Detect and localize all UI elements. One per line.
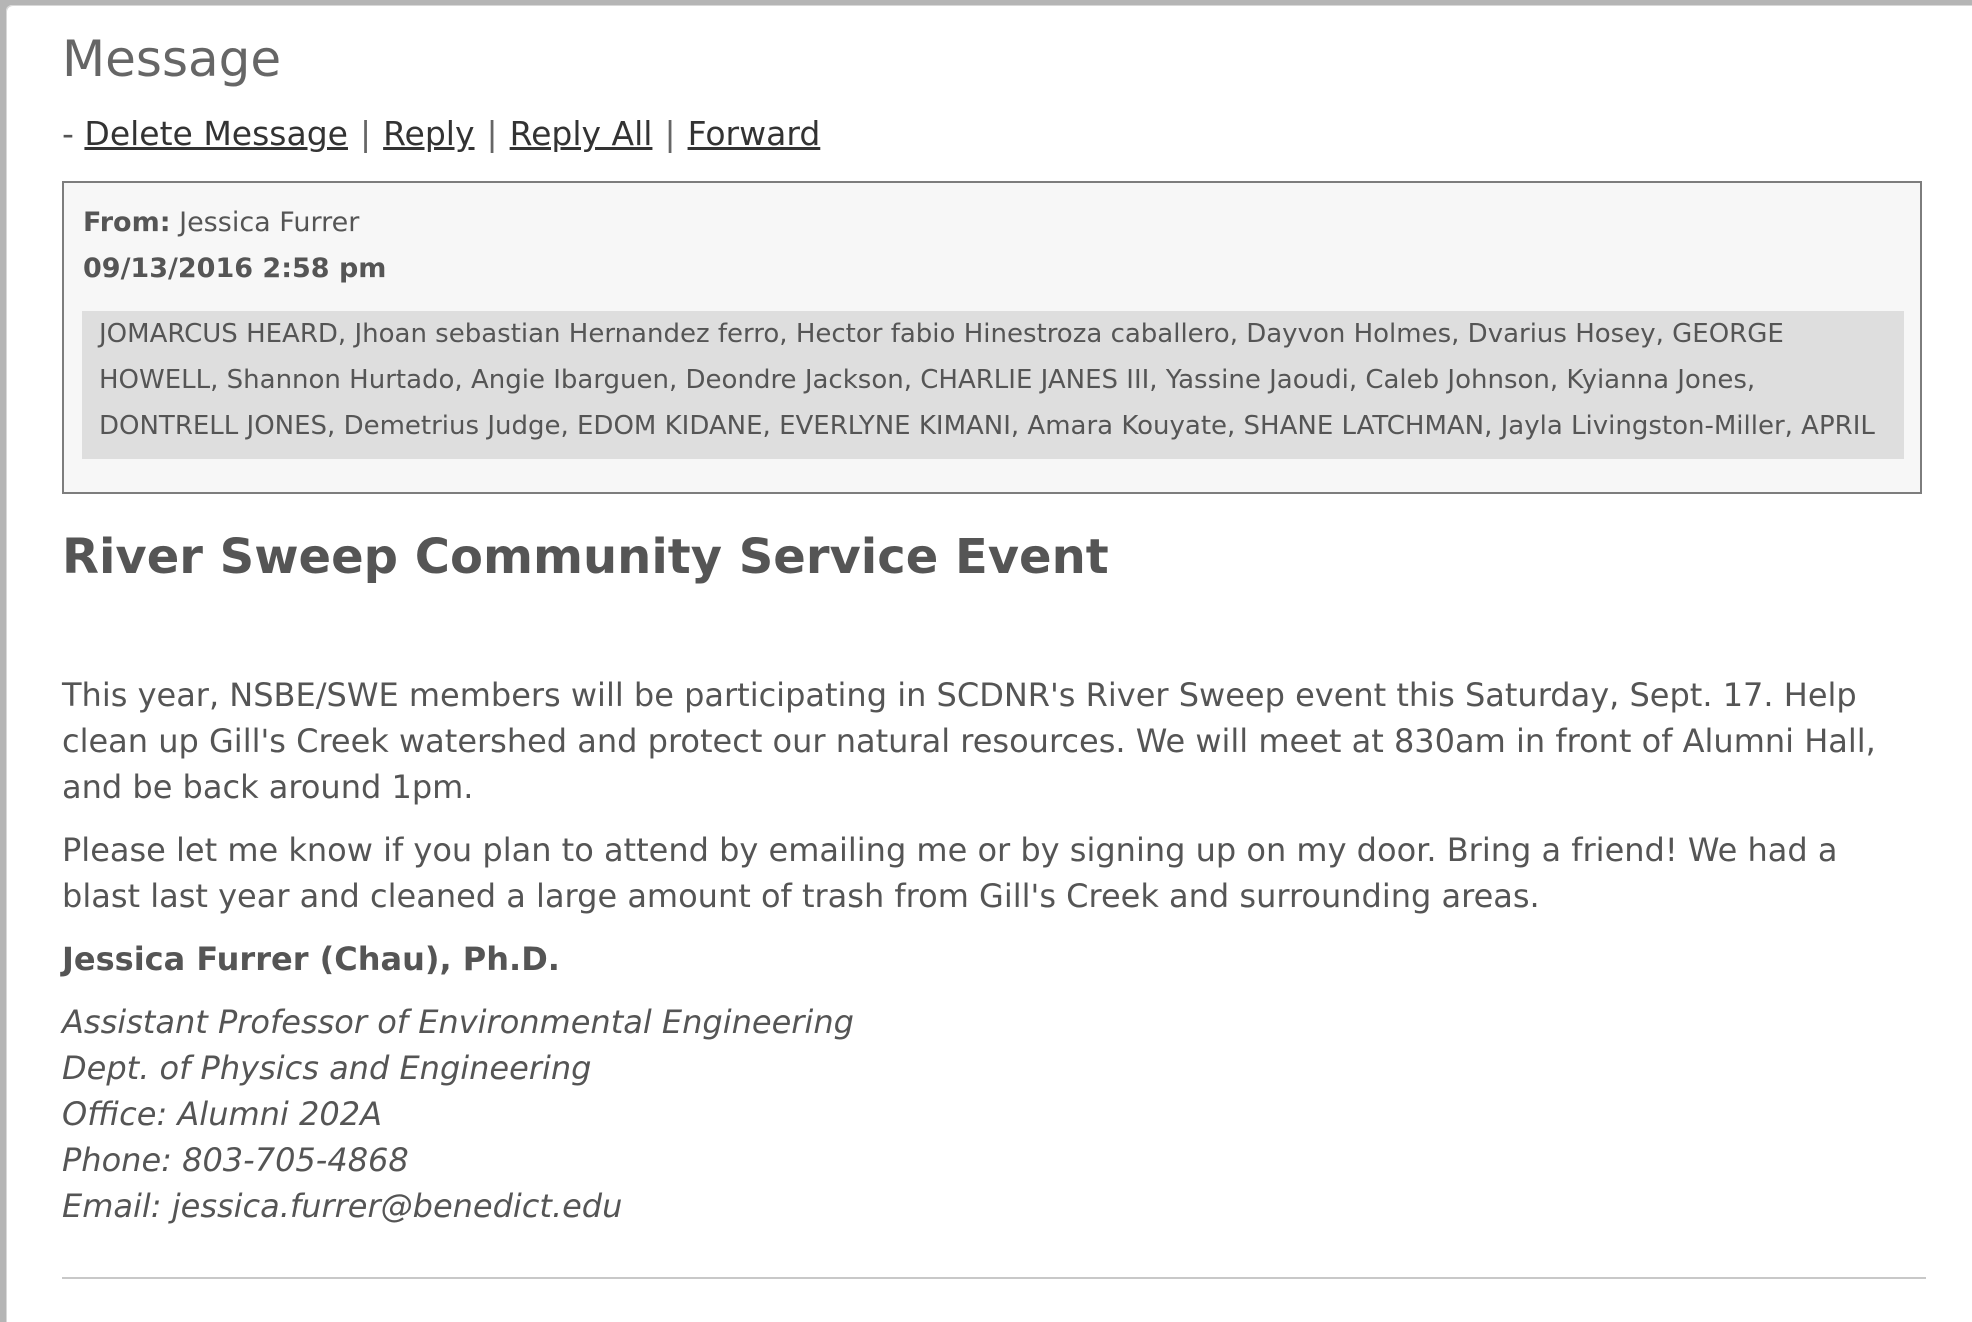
bottom-divider	[62, 1277, 1926, 1279]
body-paragraph: Please let me know if you plan to attend…	[62, 831, 1838, 915]
recipients-list[interactable]: JOMARCUS HEARD, Jhoan sebastian Hernande…	[82, 311, 1904, 459]
message-date: 09/13/2016 2:58 pm	[83, 253, 387, 284]
signature-email: Email: jessica.furrer@benedict.edu	[62, 1187, 623, 1225]
signature-title: Assistant Professor of Environmental Eng…	[62, 1003, 854, 1041]
signature-office: Office: Alumni 202A	[62, 1095, 382, 1133]
page-title: Message	[62, 30, 282, 88]
signature-phone: Phone: 803-705-4868	[62, 1141, 409, 1179]
signature-name: Jessica Furrer (Chau), Ph.D.	[62, 940, 560, 978]
signature-block: Assistant Professor of Environmental Eng…	[62, 999, 1922, 1229]
message-window: Message - Delete Message | Reply | Reply All…	[6, 5, 1972, 1322]
message-subject: River Sweep Community Service Event	[62, 529, 1109, 585]
from-line: From: Jessica Furrer	[83, 205, 359, 241]
actions-separator: |	[359, 114, 372, 153]
actions-separator: |	[486, 114, 498, 153]
body-paragraph: This year, NSBE/SWE members will be part…	[62, 676, 1876, 806]
actions-prefix: -	[62, 114, 74, 153]
reply-link[interactable]: Reply	[383, 114, 474, 153]
message-header-box: From: Jessica Furrer 09/13/2016 2:58 pm …	[62, 181, 1922, 494]
signature-department: Dept. of Physics and Engineering	[62, 1049, 592, 1087]
from-name: Jessica Furrer	[179, 207, 360, 238]
reply-all-link[interactable]: Reply All	[510, 114, 653, 153]
forward-link[interactable]: Forward	[688, 114, 821, 153]
actions-separator: |	[664, 114, 676, 153]
message-body: This year, NSBE/SWE members will be part…	[62, 672, 1922, 1229]
from-label: From:	[83, 207, 171, 238]
message-actions-bar: - Delete Message | Reply | Reply All | Forward	[62, 112, 820, 156]
delete-message-link[interactable]: Delete Message	[84, 114, 348, 153]
